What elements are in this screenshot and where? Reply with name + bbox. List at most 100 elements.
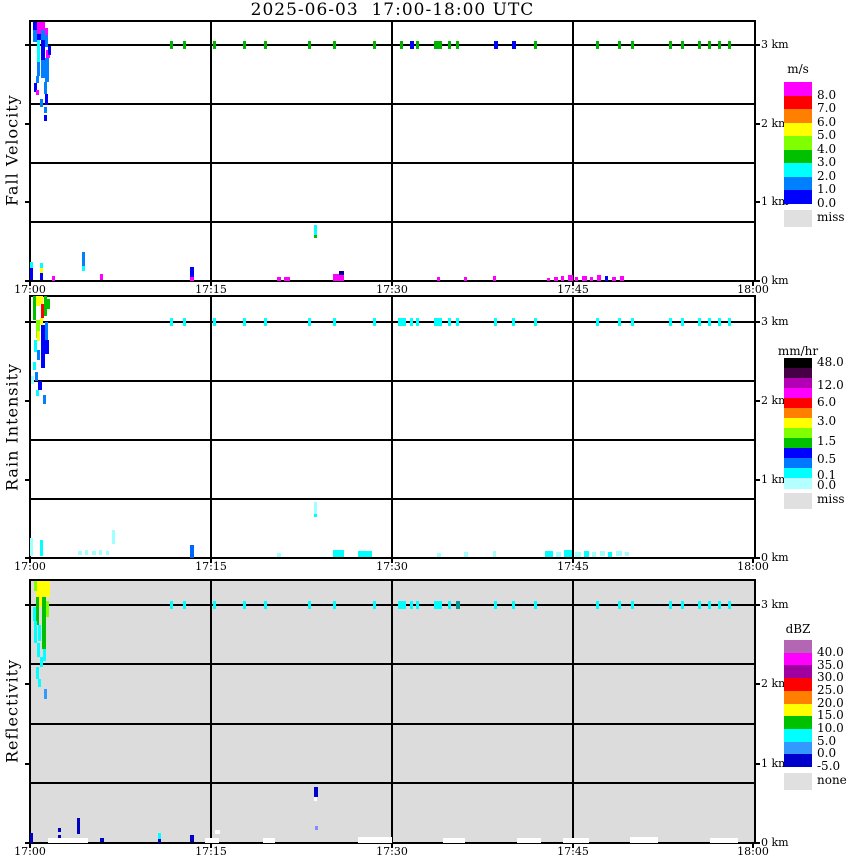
data-mark bbox=[170, 318, 173, 326]
data-mark bbox=[596, 601, 599, 609]
data-mark bbox=[40, 296, 43, 304]
data-mark bbox=[698, 41, 701, 49]
data-mark bbox=[728, 41, 731, 49]
data-mark bbox=[400, 41, 403, 49]
gridline-horizontal bbox=[30, 380, 755, 382]
panel-frame-left bbox=[29, 20, 31, 281]
data-mark bbox=[494, 318, 497, 326]
gridline-horizontal bbox=[30, 162, 755, 164]
mrr-quicklook-chart: 2025-06-03 17:00-18:00 UTC 3 km 2 km 1 km 0… bbox=[0, 0, 850, 868]
panel-frame-right bbox=[754, 579, 756, 843]
data-mark bbox=[584, 551, 589, 557]
gridline-horizontal bbox=[30, 103, 755, 105]
height-axis-tick-left bbox=[25, 479, 29, 481]
data-mark bbox=[512, 601, 515, 609]
data-mark bbox=[213, 41, 216, 49]
data-mark bbox=[277, 277, 281, 281]
data-mark bbox=[31, 376, 34, 384]
data-mark bbox=[512, 41, 516, 49]
height-axis-tick-right bbox=[756, 321, 760, 323]
panel-title-reflectivity: Reflectivity bbox=[2, 658, 22, 764]
data-mark bbox=[213, 318, 216, 326]
data-mark bbox=[205, 838, 219, 843]
data-mark bbox=[493, 276, 496, 281]
data-mark bbox=[561, 276, 564, 281]
data-mark bbox=[631, 318, 634, 326]
height-axis-tick-right bbox=[756, 557, 760, 559]
data-mark bbox=[308, 41, 311, 49]
data-mark bbox=[605, 276, 608, 281]
colorbar-segment bbox=[784, 190, 812, 204]
panel-title-rain-intensity: Rain Intensity bbox=[2, 362, 22, 491]
colorbar-segment bbox=[784, 149, 812, 164]
colorbar-segment bbox=[784, 438, 812, 449]
data-mark bbox=[190, 835, 194, 842]
height-axis-tick-left bbox=[25, 604, 29, 606]
data-mark bbox=[681, 318, 684, 326]
data-mark bbox=[612, 277, 616, 281]
data-mark bbox=[43, 395, 46, 404]
data-mark bbox=[630, 837, 658, 843]
data-mark bbox=[30, 833, 33, 843]
data-mark bbox=[669, 601, 672, 609]
data-mark bbox=[45, 94, 48, 105]
height-axis-label: 3 km bbox=[761, 315, 789, 328]
colorbar-tick-label: 30.0 bbox=[817, 670, 844, 684]
data-mark bbox=[545, 551, 553, 557]
data-mark bbox=[575, 552, 581, 557]
data-mark bbox=[410, 601, 413, 609]
data-mark bbox=[373, 601, 376, 609]
colorbar-segment bbox=[784, 741, 812, 755]
data-mark bbox=[456, 41, 459, 49]
data-mark bbox=[264, 601, 267, 609]
colorbar-tick-label: 6.0 bbox=[817, 395, 837, 409]
gridline-horizontal bbox=[30, 321, 755, 323]
time-axis-label: 17:45 bbox=[557, 560, 589, 573]
gridline-horizontal bbox=[30, 221, 755, 223]
data-mark bbox=[333, 41, 336, 49]
data-mark bbox=[620, 276, 624, 281]
colorbar-tick-label: 5.0 bbox=[817, 128, 837, 142]
gridline-vertical bbox=[391, 20, 393, 281]
colorbar-segment bbox=[784, 398, 812, 409]
data-mark bbox=[616, 551, 622, 556]
data-mark bbox=[77, 818, 80, 834]
data-mark bbox=[333, 274, 344, 281]
data-mark bbox=[45, 58, 49, 82]
data-mark bbox=[708, 601, 711, 609]
colorbar-tick-label: 0.5 bbox=[817, 452, 837, 466]
data-mark bbox=[308, 601, 311, 609]
data-mark bbox=[52, 276, 55, 281]
time-axis-label: 17:45 bbox=[557, 845, 589, 858]
data-mark bbox=[112, 530, 115, 544]
height-axis-tick-right bbox=[756, 123, 760, 125]
data-mark bbox=[30, 538, 33, 556]
colorbar-segment bbox=[784, 95, 812, 110]
colorbar-segment bbox=[784, 418, 812, 429]
colorbar-missing-label: miss bbox=[817, 210, 845, 224]
colorbar-missing-swatch bbox=[784, 210, 812, 227]
data-mark bbox=[456, 601, 460, 609]
colorbar-segment bbox=[784, 163, 812, 177]
colorbar-tick-label: 0.0 bbox=[817, 196, 837, 210]
height-axis-tick-left bbox=[25, 201, 29, 203]
colorbar-tick-label: 2.0 bbox=[817, 169, 837, 183]
panel-frame-right bbox=[754, 20, 756, 281]
data-mark bbox=[284, 277, 290, 281]
data-mark bbox=[534, 601, 537, 609]
data-mark bbox=[448, 41, 451, 49]
colorbar-segment bbox=[784, 665, 812, 679]
data-mark bbox=[85, 550, 88, 555]
data-mark bbox=[698, 601, 701, 609]
data-mark bbox=[37, 350, 40, 360]
gridline-horizontal bbox=[30, 44, 755, 46]
data-mark bbox=[170, 601, 173, 609]
gridline-horizontal bbox=[30, 498, 755, 500]
height-axis-tick-left bbox=[25, 763, 29, 765]
data-mark bbox=[314, 797, 317, 801]
colorbar-segment bbox=[784, 478, 812, 489]
height-axis-tick-right bbox=[756, 400, 760, 402]
data-mark bbox=[38, 381, 42, 390]
time-axis-label: 18:00 bbox=[737, 560, 769, 573]
colorbar-segment bbox=[784, 378, 812, 389]
